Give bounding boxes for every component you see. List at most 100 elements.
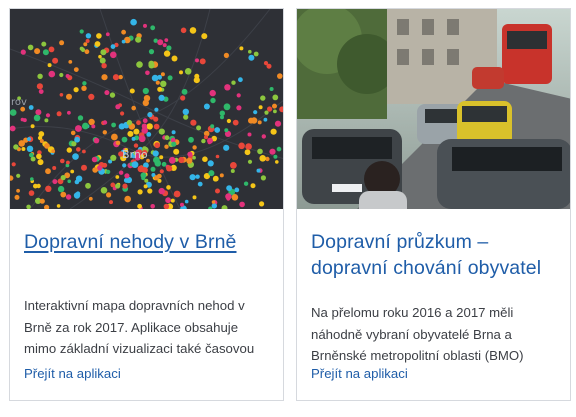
accident-point [88, 196, 93, 201]
app-card-traffic-survey[interactable]: Dopravní průzkum – dopravní chování obyv… [296, 8, 571, 401]
accident-point [183, 114, 189, 120]
accident-point [101, 63, 107, 69]
accident-point [37, 73, 43, 80]
accident-point [122, 183, 128, 189]
accident-point [192, 145, 197, 150]
accident-point [189, 174, 196, 181]
accident-point [248, 54, 255, 61]
accident-point [143, 184, 148, 189]
accident-point [129, 88, 135, 94]
accident-point [124, 195, 131, 203]
accident-point [102, 120, 108, 125]
accident-point [164, 135, 170, 141]
accident-point [98, 54, 102, 59]
accident-point [173, 190, 181, 198]
accident-point [141, 167, 148, 174]
accident-point [167, 75, 173, 81]
accident-point [261, 134, 266, 139]
accident-point [81, 85, 87, 92]
accident-point [231, 194, 239, 201]
app-card-traffic-accidents[interactable]: rov Brno Dopravní nehody v Brně Interakt… [9, 8, 284, 401]
accident-point [44, 118, 49, 123]
accident-point [115, 104, 121, 110]
accident-point [91, 156, 98, 163]
accident-point [223, 103, 231, 111]
accident-point [239, 46, 244, 51]
accident-point [236, 105, 242, 111]
accident-point [85, 33, 92, 39]
accident-point [184, 68, 192, 75]
accident-point [154, 160, 162, 167]
open-app-link[interactable]: Přejít na aplikaci [311, 366, 408, 381]
accident-point [232, 119, 239, 126]
accident-point [166, 185, 171, 190]
accident-point [274, 120, 282, 127]
open-app-link[interactable]: Přejít na aplikaci [24, 366, 121, 381]
card-title[interactable]: Dopravní nehody v Brně [24, 229, 269, 255]
accident-point [219, 110, 225, 116]
accident-point [48, 70, 56, 78]
accident-point [59, 40, 65, 46]
accident-point [104, 90, 110, 96]
accident-point [173, 148, 180, 155]
accident-point [81, 164, 87, 171]
accident-point [238, 142, 245, 150]
accident-point [85, 182, 91, 189]
accident-point [199, 58, 206, 65]
accident-point [171, 130, 176, 135]
accident-point [66, 160, 70, 165]
accident-point [163, 50, 171, 57]
accident-point [94, 41, 101, 47]
accident-point [131, 105, 136, 111]
accident-point [150, 166, 156, 172]
accident-point [164, 144, 169, 149]
accident-point [106, 169, 111, 174]
card-title[interactable]: Dopravní průzkum – dopravní chování obyv… [311, 229, 556, 281]
accident-point [223, 144, 230, 151]
accident-point [66, 93, 72, 100]
accident-point [70, 169, 75, 174]
accident-point [195, 174, 200, 179]
accident-point [162, 43, 167, 48]
accident-point [65, 194, 72, 200]
accident-point [121, 136, 128, 143]
accident-point [137, 203, 142, 209]
accident-point [42, 49, 49, 56]
accident-map-image[interactable]: rov Brno [10, 9, 283, 209]
accident-point [273, 154, 278, 159]
accident-point [67, 110, 71, 115]
accident-point [75, 125, 82, 132]
accident-point [269, 148, 276, 155]
accident-point [73, 87, 79, 93]
accident-point [180, 202, 184, 207]
accident-point [48, 46, 55, 53]
accident-point [171, 55, 178, 62]
accident-point [244, 149, 251, 156]
accident-point [247, 159, 253, 164]
accident-point [203, 135, 209, 140]
accident-point [161, 161, 167, 167]
accident-point [189, 27, 197, 34]
accident-point [36, 153, 42, 160]
accident-point [119, 170, 124, 175]
accident-point [136, 120, 141, 126]
accident-point [60, 175, 66, 181]
accident-point [142, 87, 149, 95]
accident-point [266, 63, 272, 69]
accident-point [127, 130, 134, 137]
accident-point [115, 183, 121, 189]
accident-point [258, 105, 263, 110]
accident-point [10, 109, 17, 116]
accident-point [135, 36, 142, 43]
map-label-rov: rov [11, 97, 27, 108]
accident-point [150, 204, 155, 209]
accident-point [273, 109, 277, 114]
accident-point [148, 62, 155, 69]
accident-point [51, 149, 56, 154]
accident-point [180, 27, 187, 34]
accident-point [170, 198, 175, 203]
accident-point [73, 67, 79, 72]
street-traffic-photo[interactable] [297, 9, 570, 209]
accident-point [102, 130, 108, 135]
accident-point [27, 137, 31, 142]
